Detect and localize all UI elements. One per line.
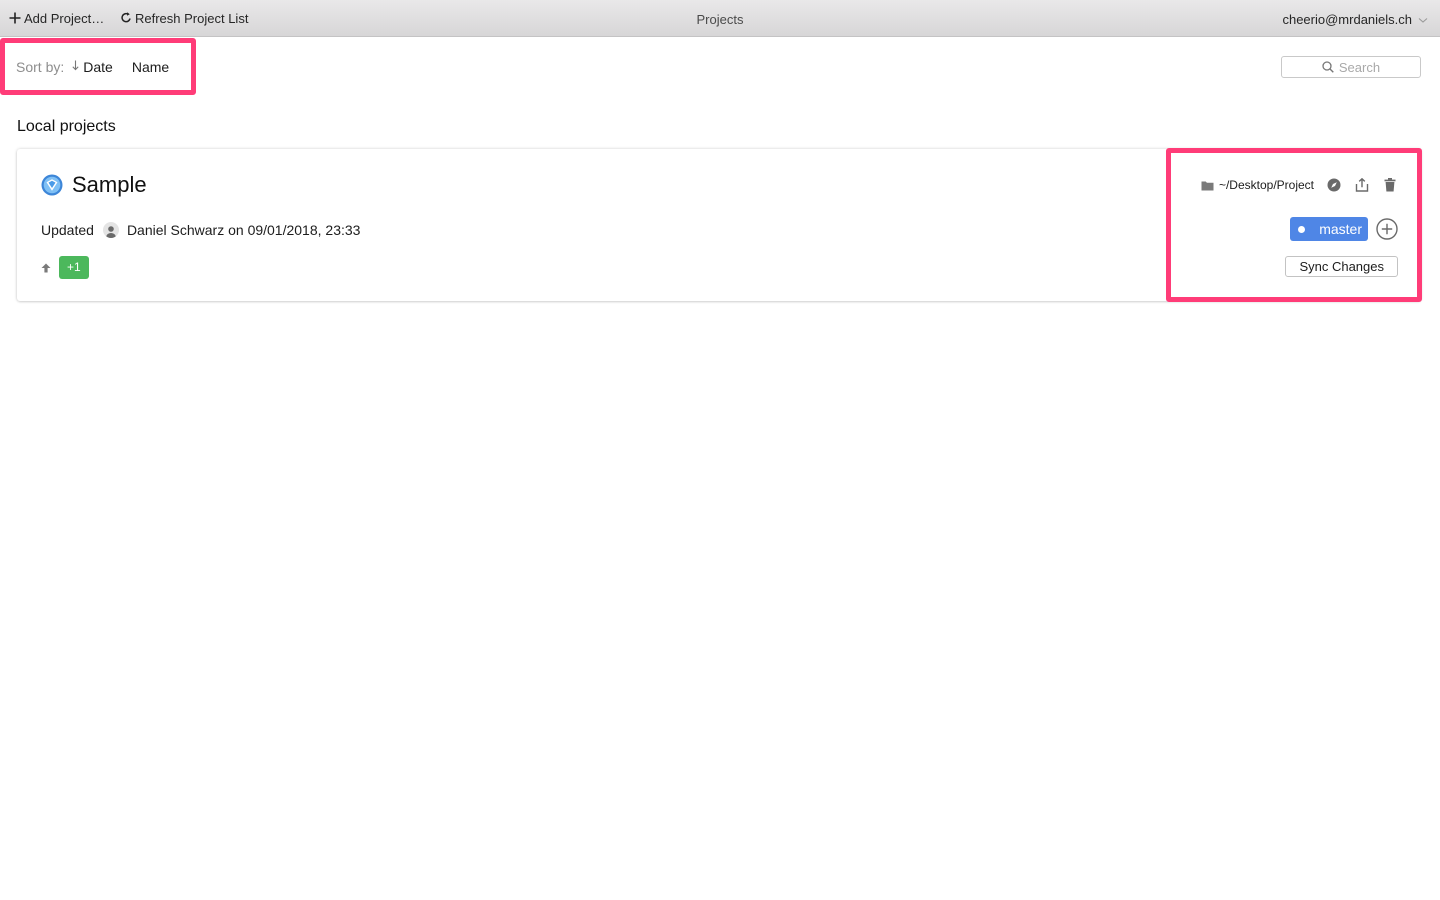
updated-date: 09/01/2018, 23:33 <box>247 222 361 238</box>
project-card[interactable]: Sample Updated Daniel Schwarz on 09/01/2… <box>17 149 1421 301</box>
sort-label: Sort by: <box>16 59 65 75</box>
updated-prefix: Updated <box>41 222 94 238</box>
search-placeholder: Search <box>1338 59 1381 75</box>
ahead-badge: +1 <box>59 256 89 279</box>
updated-info: Updated Daniel Schwarz on 09/01/2018, 23… <box>41 222 360 238</box>
refresh-icon <box>120 11 132 26</box>
add-project-label: Add Project… <box>24 11 105 26</box>
branch-dot <box>1298 225 1306 233</box>
plus-icon <box>9 12 21 26</box>
share-icon[interactable] <box>1354 177 1370 193</box>
project-name[interactable]: Sample <box>72 172 147 198</box>
folder-icon <box>1201 181 1214 190</box>
toolbar: Add Project… Refresh Project List Projec… <box>0 0 1440 37</box>
branch-selector[interactable]: master <box>1290 217 1368 241</box>
refresh-label: Refresh Project List <box>135 11 249 26</box>
sort-bar: Sort by: Date Name <box>16 59 169 75</box>
author-name: Daniel Schwarz <box>126 222 225 238</box>
sort-arrow-icon <box>72 60 79 74</box>
project-icon <box>41 174 63 196</box>
search-icon <box>1322 61 1334 73</box>
avatar-icon <box>102 222 119 238</box>
trash-icon[interactable] <box>1382 177 1398 193</box>
branch-name: master <box>1319 221 1362 237</box>
commits-ahead: +1 <box>41 256 89 279</box>
compass-icon[interactable] <box>1326 177 1342 193</box>
search-input[interactable]: Search <box>1281 56 1421 78</box>
chevron-down-icon <box>1418 17 1428 23</box>
sync-changes-button[interactable]: Sync Changes <box>1285 256 1398 277</box>
add-branch-icon[interactable] <box>1376 218 1398 240</box>
user-menu[interactable]: cheerio@mrdaniels.ch <box>1282 12 1428 27</box>
project-header: Sample <box>41 172 147 198</box>
section-title: Local projects <box>17 118 116 135</box>
sort-by-name-button[interactable]: Name <box>132 59 169 75</box>
sort-by-date-button[interactable]: Date <box>72 59 113 75</box>
branch-row: master <box>1290 217 1398 241</box>
project-path-row: ~/Desktop/Project <box>1201 177 1398 193</box>
updated-on: on <box>228 222 244 238</box>
user-email: cheerio@mrdaniels.ch <box>1282 12 1412 27</box>
up-arrow-icon <box>41 263 51 272</box>
sort-date-label: Date <box>83 59 113 75</box>
refresh-project-list-button[interactable]: Refresh Project List <box>120 11 248 26</box>
project-path[interactable]: ~/Desktop/Project <box>1219 178 1314 192</box>
add-project-button[interactable]: Add Project… <box>9 11 104 26</box>
